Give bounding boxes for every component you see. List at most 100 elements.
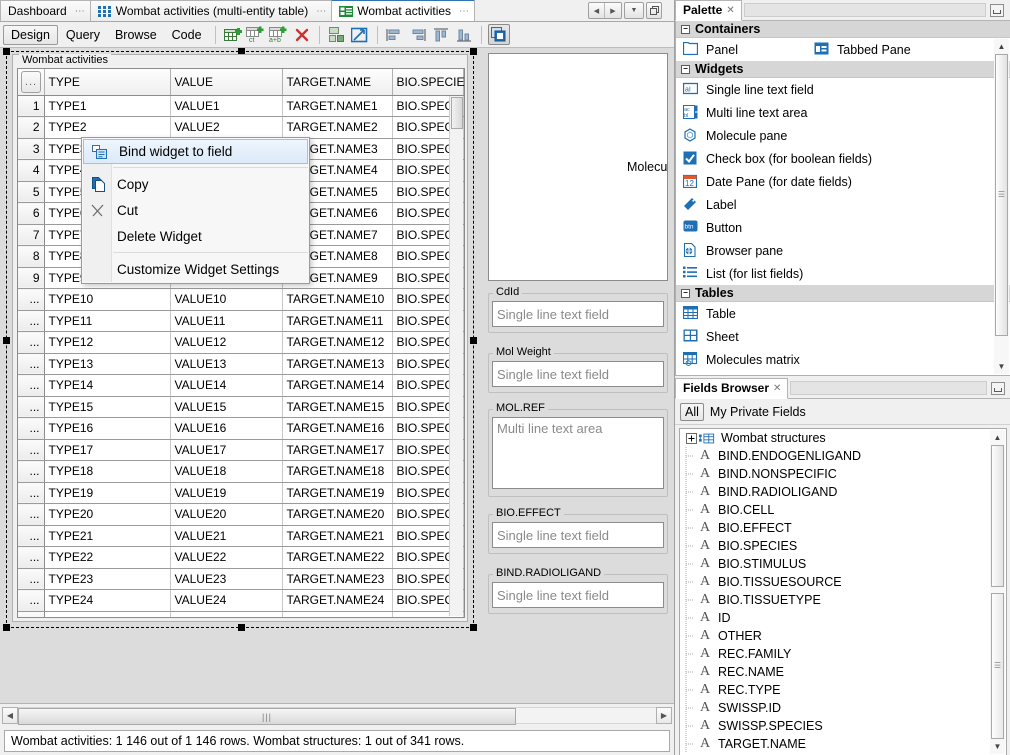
row-number-cell[interactable]: ...: [18, 310, 44, 332]
table-row[interactable]: ...TYPE10VALUE10TARGET.NAME10BIO.SPECIES…: [18, 289, 464, 311]
row-number-cell[interactable]: 9: [18, 267, 44, 289]
row-number-cell[interactable]: ...: [18, 375, 44, 397]
field-widget-cdid[interactable]: CdId Single line text field: [488, 287, 668, 333]
table-cell[interactable]: TYPE23: [44, 568, 170, 590]
tab-restore-button[interactable]: [646, 2, 662, 19]
tree-field-item[interactable]: ASWISSP.SPECIES: [680, 717, 1006, 735]
table-cell[interactable]: TYPE20: [44, 504, 170, 526]
field-textarea-mol-ref[interactable]: Multi line text area: [492, 417, 664, 489]
table-row[interactable]: ...TYPE22VALUE22TARGET.NAME22BIO.SPECIES…: [18, 547, 464, 569]
row-number-cell[interactable]: ...: [18, 332, 44, 354]
row-number-cell[interactable]: ...: [18, 482, 44, 504]
context-menu-item-customize-widget-settings[interactable]: Customize Widget Settings: [82, 256, 309, 282]
resize-handle-se[interactable]: [470, 624, 477, 631]
toolbar-mode-design[interactable]: Design: [3, 25, 58, 45]
row-number-cell[interactable]: ...: [18, 525, 44, 547]
tree-field-item[interactable]: ABIND.ENDOGENLIGAND: [680, 447, 1006, 465]
table-row[interactable]: ...TYPE25VALUE25TARGET.NAME25BIO.SPECIES…: [18, 611, 464, 618]
table-cell[interactable]: VALUE22: [170, 547, 282, 569]
column-header-type[interactable]: TYPE: [44, 69, 170, 95]
row-number-cell[interactable]: 3: [18, 138, 44, 160]
table-cell[interactable]: TYPE10: [44, 289, 170, 311]
fields-scroll-thumb[interactable]: [991, 445, 1004, 587]
resize-handle-s[interactable]: [238, 624, 245, 631]
palette-item-molecule-pane[interactable]: Molecule pane: [676, 124, 1010, 147]
scroll-down-icon[interactable]: ▼: [994, 359, 1009, 374]
row-number-cell[interactable]: ...: [18, 590, 44, 612]
row-number-cell[interactable]: ...: [18, 418, 44, 440]
align-bottom-icon[interactable]: [453, 24, 475, 45]
grid-vertical-scrollbar[interactable]: [449, 96, 463, 616]
row-number-cell[interactable]: 2: [18, 117, 44, 139]
tree-field-item[interactable]: ABIO.TISSUETYPE: [680, 591, 1006, 609]
table-cell[interactable]: VALUE19: [170, 482, 282, 504]
table-cell[interactable]: VALUE16: [170, 418, 282, 440]
table-cell[interactable]: TARGET.NAME14: [282, 375, 392, 397]
collapse-icon[interactable]: −: [681, 65, 690, 74]
row-number-cell[interactable]: ...: [18, 611, 44, 618]
resize-handle-w[interactable]: [3, 337, 10, 344]
table-cell[interactable]: VALUE1: [170, 95, 282, 117]
row-number-cell[interactable]: 5: [18, 181, 44, 203]
table-cell[interactable]: VALUE23: [170, 568, 282, 590]
group-widgets-icon[interactable]: [326, 24, 348, 45]
tree-field-item[interactable]: AOTHER: [680, 627, 1006, 645]
table-cell[interactable]: TYPE17: [44, 439, 170, 461]
table-row[interactable]: ...TYPE23VALUE23TARGET.NAME23BIO.SPECIES…: [18, 568, 464, 590]
tree-field-item[interactable]: ABIO.CELL: [680, 501, 1006, 519]
table-cell[interactable]: TYPE24: [44, 590, 170, 612]
palette-category-containers[interactable]: − Containers: [676, 21, 1010, 38]
table-cell[interactable]: TYPE16: [44, 418, 170, 440]
column-header-bio-species[interactable]: BIO.SPECIES: [392, 69, 464, 95]
palette-tab[interactable]: Palette ✕: [675, 0, 742, 21]
filter-my-private-fields-button[interactable]: My Private Fields: [710, 405, 806, 419]
table-cell[interactable]: TARGET.NAME25: [282, 611, 392, 618]
table-cell[interactable]: VALUE13: [170, 353, 282, 375]
table-cell[interactable]: TARGET.NAME11: [282, 310, 392, 332]
collapse-icon[interactable]: −: [681, 289, 690, 298]
context-menu-item-bind-widget-to-field[interactable]: Bind widget to field: [83, 139, 308, 164]
palette-category-tables[interactable]: − Tables: [676, 285, 1010, 302]
row-number-cell[interactable]: ...: [18, 353, 44, 375]
table-cell[interactable]: TYPE14: [44, 375, 170, 397]
expand-icon[interactable]: [683, 430, 699, 446]
hscroll-thumb[interactable]: |||: [18, 708, 516, 725]
tree-field-item[interactable]: ABIO.SPECIES: [680, 537, 1006, 555]
table-row[interactable]: ...TYPE21VALUE21TARGET.NAME21BIO.SPECIES…: [18, 525, 464, 547]
table-row[interactable]: ...TYPE24VALUE24TARGET.NAME24BIO.SPECIES…: [18, 590, 464, 612]
palette-scroll-thumb[interactable]: ☰: [995, 54, 1008, 336]
fields-browser-tab[interactable]: Fields Browser ✕: [675, 378, 788, 399]
table-cell[interactable]: TARGET.NAME2: [282, 117, 392, 139]
table-cell[interactable]: TARGET.NAME1: [282, 95, 392, 117]
table-cell[interactable]: TARGET.NAME17: [282, 439, 392, 461]
table-cell[interactable]: TARGET.NAME16: [282, 418, 392, 440]
close-icon[interactable]: ⋯: [459, 6, 469, 17]
tree-field-item[interactable]: ABIND.RADIOLIGAND: [680, 483, 1006, 501]
table-cell[interactable]: TARGET.NAME13: [282, 353, 392, 375]
table-cell[interactable]: VALUE17: [170, 439, 282, 461]
context-menu-item-delete-widget[interactable]: Delete Widget: [82, 223, 309, 249]
tab-list-button[interactable]: ▼: [624, 2, 644, 19]
table-row[interactable]: ...TYPE18VALUE18TARGET.NAME18BIO.SPECIES…: [18, 461, 464, 483]
palette-vertical-scrollbar[interactable]: ▲ ☰ ▼: [994, 39, 1009, 374]
grid-scrollbar-thumb[interactable]: [451, 97, 463, 129]
table-cell[interactable]: TYPE12: [44, 332, 170, 354]
palette-item-list[interactable]: List (for list fields): [676, 262, 1010, 285]
table-cell[interactable]: TARGET.NAME15: [282, 396, 392, 418]
table-cell[interactable]: TYPE2: [44, 117, 170, 139]
palette-body[interactable]: − Containers Panel: [675, 21, 1010, 376]
delete-icon[interactable]: [291, 24, 313, 45]
table-cell[interactable]: TARGET.NAME20: [282, 504, 392, 526]
align-left-icon[interactable]: [384, 24, 406, 45]
table-cell[interactable]: TARGET.NAME10: [282, 289, 392, 311]
palette-scroll-track[interactable]: ☰: [994, 54, 1009, 359]
tree-field-item[interactable]: AREC.FAMILY: [680, 645, 1006, 663]
table-cell[interactable]: VALUE25: [170, 611, 282, 618]
molecule-pane-widget[interactable]: Molecule: [488, 53, 668, 281]
palette-category-widgets[interactable]: − Widgets: [676, 61, 1010, 78]
table-cell[interactable]: TARGET.NAME22: [282, 547, 392, 569]
close-icon[interactable]: ⋯: [316, 6, 326, 17]
tree-node-wombat-structures[interactable]: Wombat structures: [680, 429, 1006, 447]
field-widget-bind-radioligand[interactable]: BIND.RADIOLIGAND Single line text field: [488, 568, 668, 614]
tree-field-item[interactable]: ABIO.EFFECT: [680, 519, 1006, 537]
